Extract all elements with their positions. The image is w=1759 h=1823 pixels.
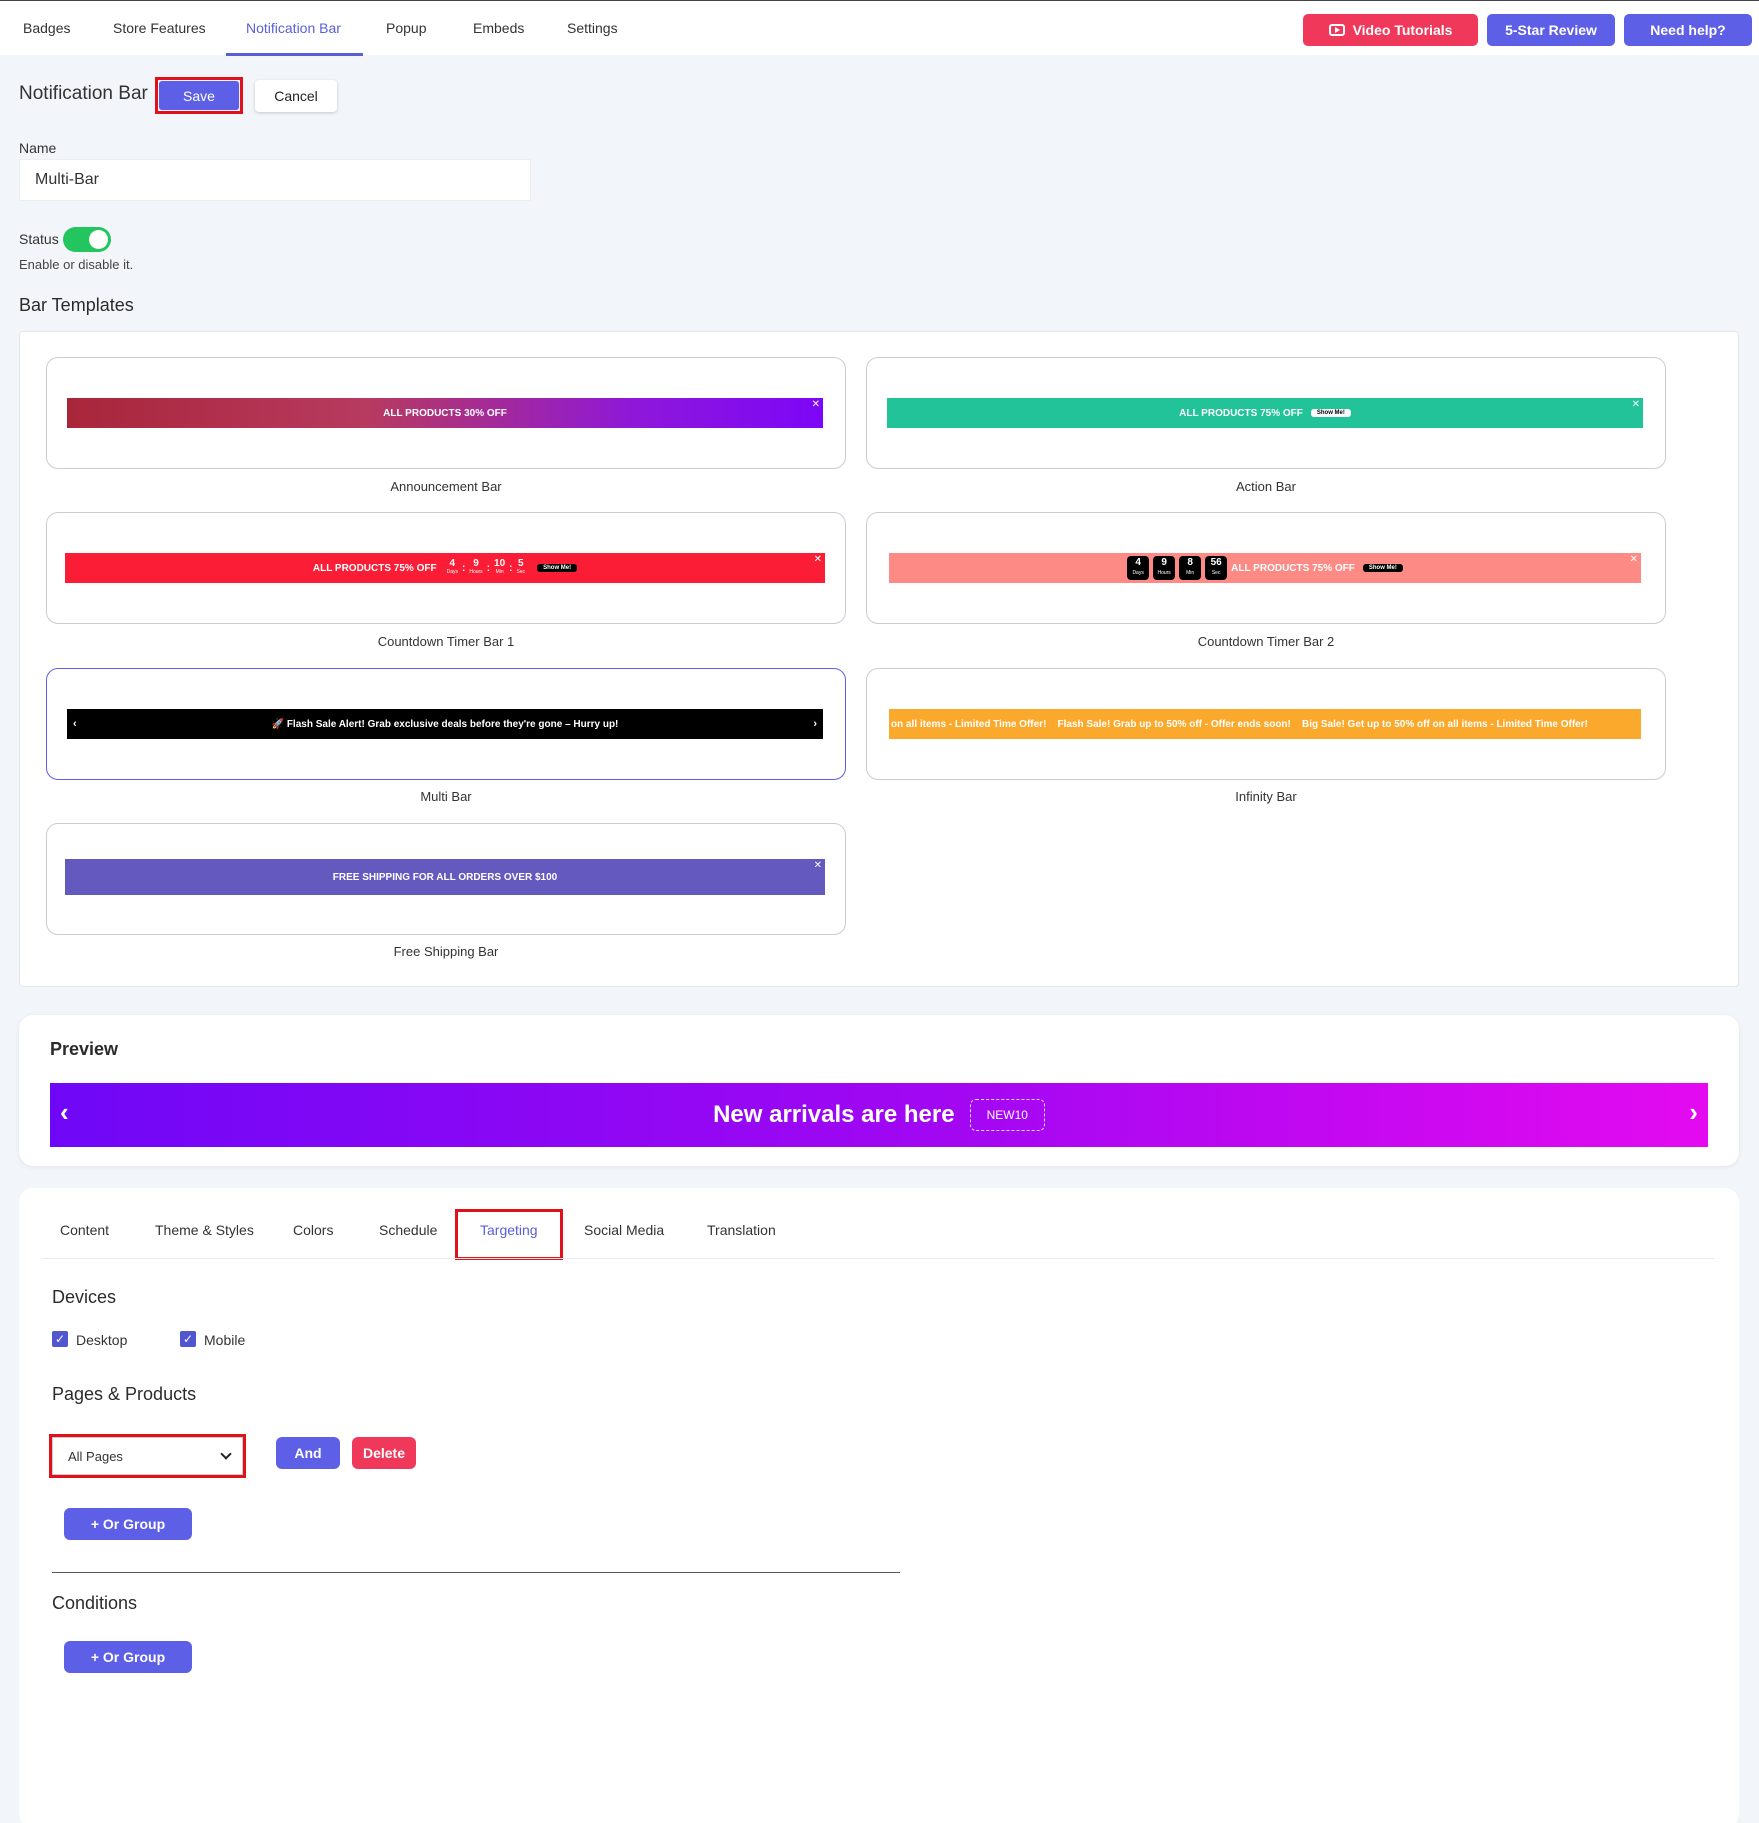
and-button[interactable]: And [276, 1437, 340, 1469]
preview-title: Preview [50, 1039, 119, 1059]
tab-content[interactable]: Content [60, 1222, 109, 1238]
preview-coupon-code: NEW10 [969, 1099, 1045, 1131]
multi-bar-text: 🚀 Flash Sale Alert! Grab exclusive deals… [271, 718, 619, 730]
template-card-action[interactable]: ALL PRODUCTS 75% OFF Show Me! ✕ [866, 357, 1666, 469]
need-help-button[interactable]: Need help? [1624, 14, 1752, 46]
tab-translation[interactable]: Translation [707, 1222, 776, 1238]
conditions-title: Conditions [52, 1593, 138, 1613]
tab-popup[interactable]: Popup [386, 20, 426, 36]
countdown-days-box: 4 Days [1127, 556, 1150, 580]
template-label-announcement: Announcement Bar [390, 479, 502, 494]
template-card-announcement[interactable]: ALL PRODUCTS 30% OFF ✕ [46, 357, 846, 469]
countdown-hours-box: 9 Hours [1153, 556, 1176, 580]
page-title: Notification Bar [19, 83, 148, 104]
mobile-checkbox[interactable]: ✓ [180, 1331, 196, 1347]
action-bar-text: ALL PRODUCTS 75% OFF [1179, 407, 1303, 419]
tab-store-features[interactable]: Store Features [113, 20, 206, 36]
preview-text: New arrivals are here [713, 1101, 955, 1128]
top-navigation: Badges Store Features Notification Bar P… [0, 0, 1759, 56]
action-bar-sample: ALL PRODUCTS 75% OFF Show Me! ✕ [887, 398, 1643, 428]
section-divider [52, 1572, 900, 1573]
template-label-action: Action Bar [1236, 479, 1296, 494]
tab-colors[interactable]: Colors [293, 1222, 333, 1238]
countdown-seconds: 5 Sec [516, 558, 526, 576]
desktop-checkbox[interactable]: ✓ [52, 1331, 68, 1347]
template-label-infinity: Infinity Bar [1235, 789, 1297, 804]
countdown-bar-1-text: ALL PRODUCTS 75% OFF [312, 562, 437, 574]
close-icon: ✕ [813, 554, 822, 565]
tab-schedule[interactable]: Schedule [379, 1222, 437, 1238]
status-toggle[interactable] [63, 227, 111, 252]
settings-panel [19, 1188, 1739, 1823]
free-shipping-bar-text: FREE SHIPPING FOR ALL ORDERS OVER $100 [332, 871, 558, 883]
video-tutorials-label: Video Tutorials [1352, 22, 1453, 38]
countdown-bar-2-text: ALL PRODUCTS 75% OFF [1231, 562, 1355, 574]
countdown-minutes: 10 Min [494, 558, 506, 576]
video-play-icon [1328, 24, 1345, 36]
countdown-days: 4 Days [446, 558, 458, 576]
countdown-minutes-box: 8 Min [1179, 556, 1202, 580]
multi-bar-sample: ‹ 🚀 Flash Sale Alert! Grab exclusive dea… [67, 709, 823, 739]
video-tutorials-button[interactable]: Video Tutorials [1303, 14, 1478, 46]
save-button[interactable]: Save [159, 81, 239, 110]
devices-title: Devices [52, 1287, 117, 1307]
targeting-highlight-outline [455, 1209, 563, 1260]
tab-settings[interactable]: Settings [567, 20, 618, 36]
chevron-right-icon: › [813, 718, 817, 730]
conditions-or-group-button[interactable]: + Or Group [64, 1641, 192, 1673]
template-label-countdown-1: Countdown Timer Bar 1 [377, 634, 515, 649]
status-label: Status [19, 231, 59, 247]
template-card-countdown-1[interactable]: ALL PRODUCTS 75% OFF 4 Days: 9 Hours: 10 Mi… [46, 512, 846, 624]
chevron-left-icon[interactable]: ‹ [60, 1097, 69, 1128]
preview-bar: ‹ New arrivals are here NEW10 › [50, 1083, 1708, 1147]
tab-embeds[interactable]: Embeds [473, 20, 524, 36]
close-icon: ✕ [811, 399, 820, 410]
infinity-bar-text: on all items - Limited Time Offer! Flash… [891, 718, 1588, 730]
close-icon: ✕ [813, 860, 822, 871]
countdown-bar-1-sample: ALL PRODUCTS 75% OFF 4 Days: 9 Hours: 10 Mi… [65, 553, 825, 583]
countdown-bar-2-sample: 4 Days 9 Hours 8 Min 56 Sec ALL PRODUCTS 75%… [889, 553, 1641, 583]
toggle-knob [89, 230, 108, 249]
action-bar-button: Show Me! [1310, 409, 1351, 417]
template-card-infinity[interactable]: on all items - Limited Time Offer! Flash… [866, 668, 1666, 780]
bar-templates-panel: ALL PRODUCTS 30% OFF ✕ Announcement Bar … [19, 331, 1739, 987]
countdown-bar-1-button: Show Me! [537, 564, 578, 572]
chevron-left-icon: ‹ [73, 718, 77, 730]
pages-select-highlight-outline [49, 1434, 246, 1478]
name-input[interactable]: Multi-Bar [19, 159, 531, 201]
delete-button[interactable]: Delete [352, 1437, 416, 1469]
countdown-seconds-box: 56 Sec [1205, 556, 1228, 580]
template-label-multi: Multi Bar [420, 789, 472, 804]
infinity-bar-sample: on all items - Limited Time Offer! Flash… [889, 709, 1641, 739]
mobile-label: Mobile [204, 1332, 246, 1348]
tab-badges[interactable]: Badges [23, 20, 70, 36]
template-label-free-shipping: Free Shipping Bar [393, 944, 499, 959]
announcement-bar-text: ALL PRODUCTS 30% OFF [383, 407, 507, 419]
cancel-button[interactable]: Cancel [255, 80, 337, 112]
five-star-review-button[interactable]: 5-Star Review [1487, 14, 1615, 46]
preview-panel: Preview ‹ New arrivals are here NEW10 › [19, 1015, 1739, 1166]
template-card-multi[interactable]: ‹ 🚀 Flash Sale Alert! Grab exclusive dea… [46, 668, 846, 780]
close-icon: ✕ [1631, 399, 1640, 410]
tab-notification-bar[interactable]: Notification Bar [246, 20, 341, 36]
template-label-countdown-2: Countdown Timer Bar 2 [1197, 634, 1335, 649]
tab-social-media[interactable]: Social Media [584, 1222, 664, 1238]
template-card-countdown-2[interactable]: 4 Days 9 Hours 8 Min 56 Sec ALL PRODUCTS 75%… [866, 512, 1666, 624]
template-card-free-shipping[interactable]: FREE SHIPPING FOR ALL ORDERS OVER $100 ✕ [46, 823, 846, 935]
desktop-label: Desktop [76, 1332, 128, 1348]
chevron-right-icon[interactable]: › [1689, 1097, 1698, 1128]
close-icon: ✕ [1629, 554, 1638, 565]
tabs-divider [43, 1258, 1715, 1259]
pages-or-group-button[interactable]: + Or Group [64, 1508, 192, 1540]
active-tab-indicator [226, 53, 363, 56]
announcement-bar-sample: ALL PRODUCTS 30% OFF ✕ [67, 398, 823, 428]
countdown-bar-2-button: Show Me! [1362, 564, 1403, 572]
tab-theme-styles[interactable]: Theme & Styles [155, 1222, 254, 1238]
pages-products-title: Pages & Products [52, 1384, 197, 1404]
bar-templates-title: Bar Templates [19, 295, 134, 315]
countdown-hours: 9 Hours [469, 558, 483, 576]
free-shipping-bar-sample: FREE SHIPPING FOR ALL ORDERS OVER $100 ✕ [65, 859, 825, 895]
name-label: Name [19, 140, 57, 156]
status-hint: Enable or disable it. [19, 257, 134, 272]
